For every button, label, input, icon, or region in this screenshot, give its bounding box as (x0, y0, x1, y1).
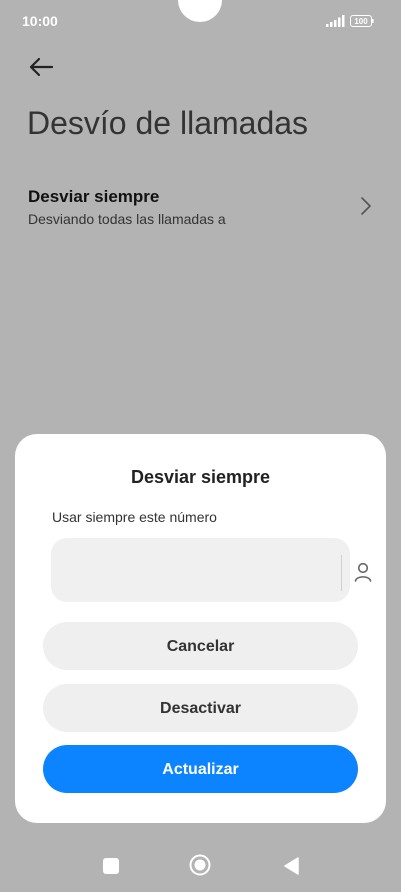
page-title: Desvío de llamadas (27, 105, 309, 141)
setting-row-subtitle: Desviando todas las llamadas a (28, 211, 226, 227)
forward-dialog: Desviar siempre Usar siempre este número… (15, 434, 386, 823)
contact-icon[interactable] (354, 562, 372, 582)
cancel-button[interactable]: Cancelar (43, 622, 358, 670)
dialog-title: Desviar siempre (130, 467, 271, 487)
battery-level: 100 (354, 17, 368, 26)
back-arrow-icon[interactable] (28, 55, 54, 79)
input-divider (341, 555, 342, 591)
number-field[interactable] (51, 538, 372, 602)
back-triangle-icon[interactable] (282, 856, 300, 876)
setting-row-title: Desviar siempre (28, 187, 160, 206)
number-field-label: Usar siempre este número (52, 509, 217, 525)
deactivate-button[interactable]: Desactivar (43, 684, 358, 732)
screen: 10:00 100 Desvío de llamadas Desviar sie… (0, 0, 401, 892)
navigation-bar (0, 836, 401, 892)
signal-icon (326, 15, 345, 27)
recent-apps-icon[interactable] (103, 858, 119, 874)
setting-row-always-forward[interactable]: Desviar siempre Desviando todas las llam… (0, 176, 401, 236)
update-button[interactable]: Actualizar (43, 745, 358, 793)
battery-icon: 100 (350, 15, 374, 27)
status-time: 10:00 (22, 13, 58, 29)
chevron-right-icon (361, 197, 371, 215)
home-icon[interactable] (189, 854, 211, 876)
